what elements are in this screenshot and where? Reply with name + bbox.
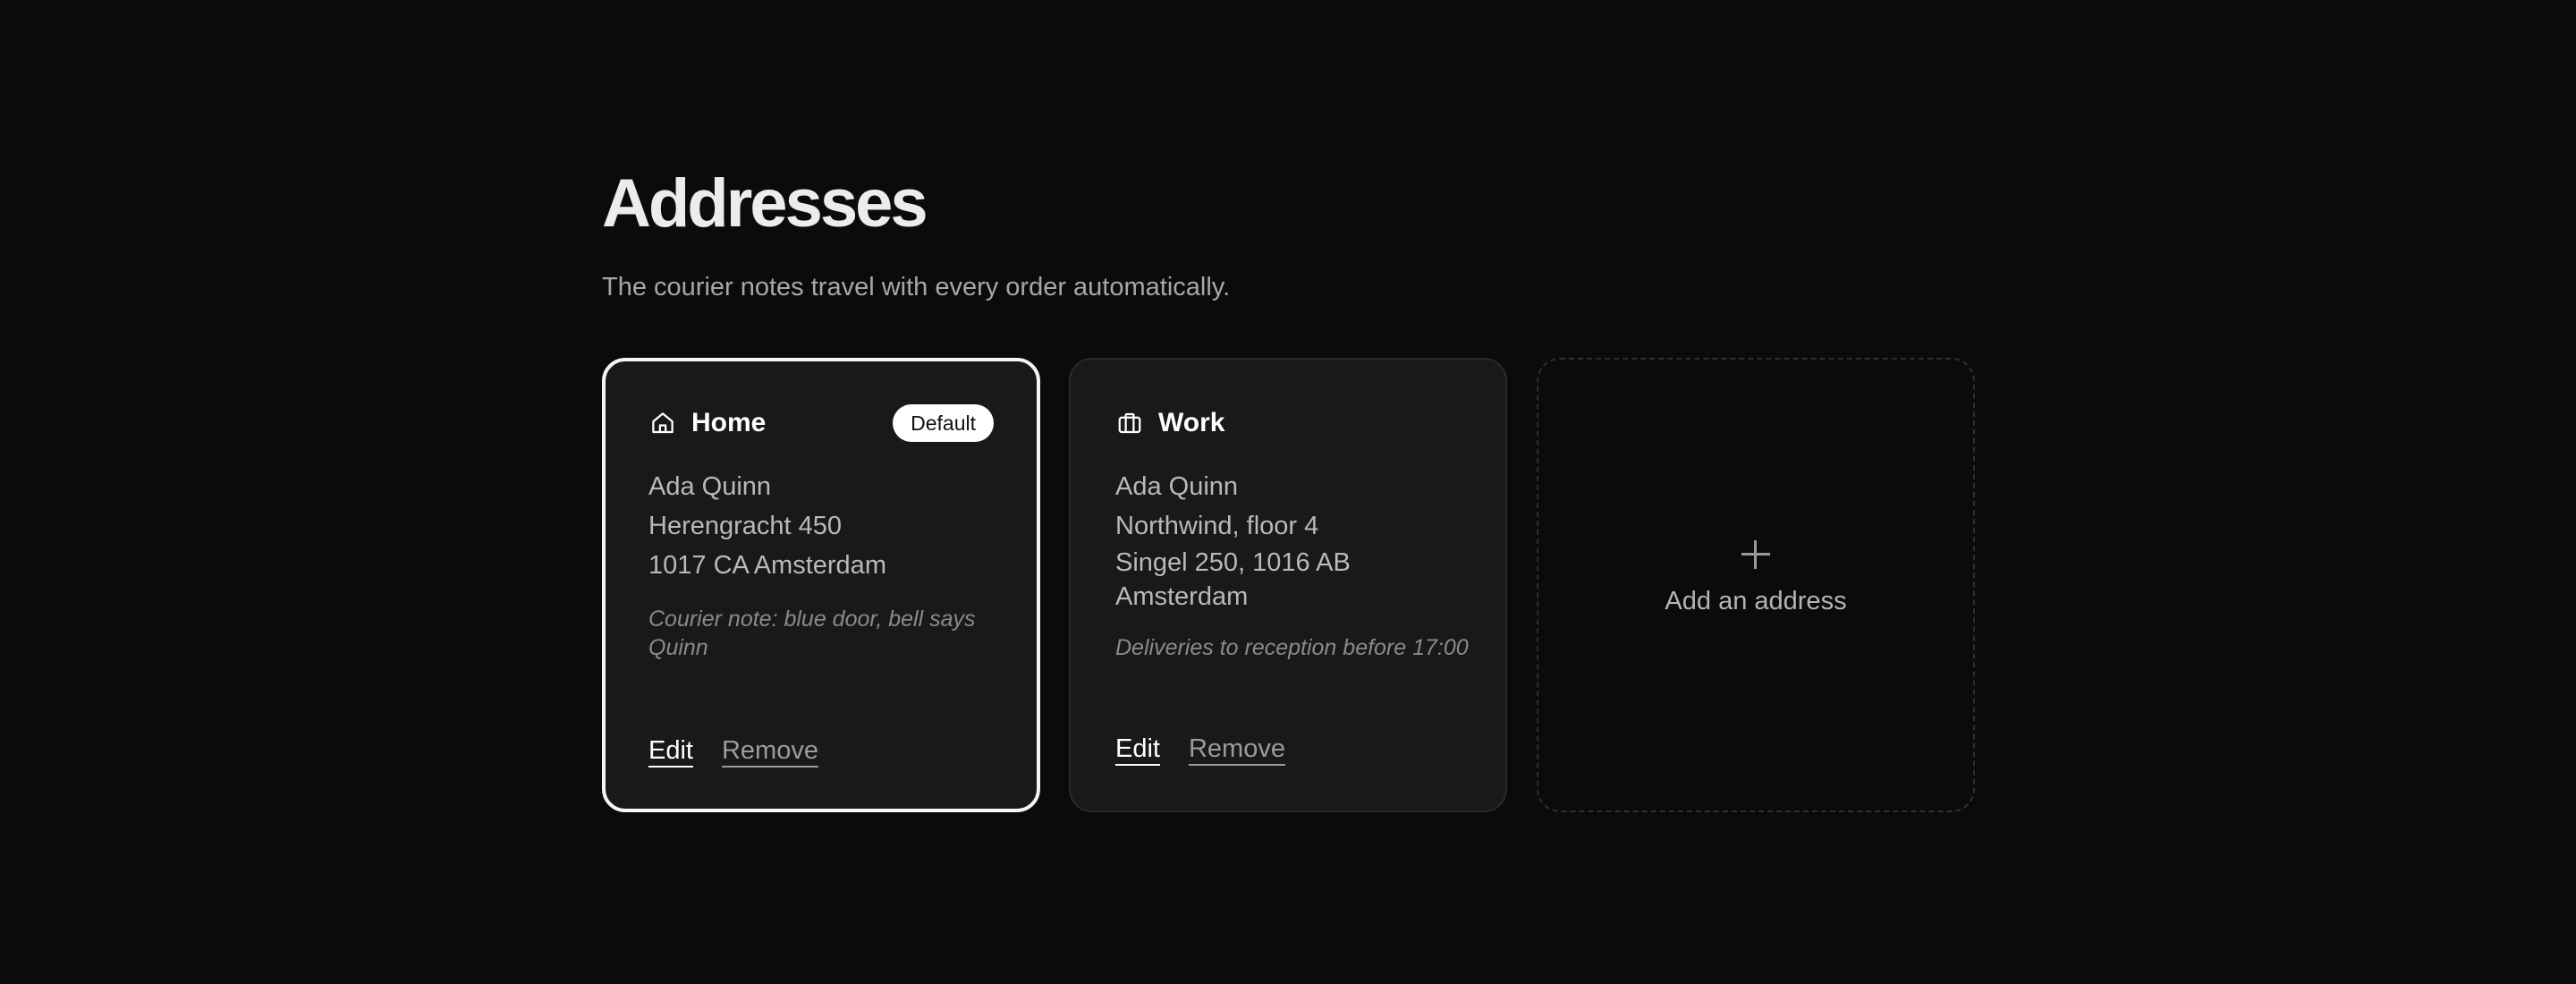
address-name: Ada Quinn	[648, 472, 772, 501]
address-cards: Home Default Ada Quinn Herengracht 450 1…	[602, 358, 1975, 812]
briefcase-icon	[1115, 409, 1144, 437]
add-address-card[interactable]: Add an address	[1537, 358, 1975, 812]
card-header: Home Default	[648, 403, 994, 443]
card-header: Work	[1115, 404, 1461, 442]
page-subtitle: The courier notes travel with every orde…	[602, 273, 1231, 301]
edit-button[interactable]: Edit	[1115, 734, 1160, 768]
address-name: Ada Quinn	[1115, 472, 1239, 501]
card-actions: Edit Remove	[1115, 734, 1285, 768]
address-company: Northwind, floor 4	[1115, 512, 1319, 540]
card-actions: Edit Remove	[648, 736, 818, 769]
plus-icon	[1740, 539, 1772, 571]
address-card-work[interactable]: Work Ada Quinn Northwind, floor 4 Singel…	[1069, 358, 1507, 812]
address-card-home[interactable]: Home Default Ada Quinn Herengracht 450 1…	[602, 358, 1040, 812]
address-block: Ada Quinn Herengracht 450 1017 CA Amster…	[648, 467, 994, 585]
address-street: Herengracht 450	[648, 512, 843, 540]
address-street: Singel 250, 1016 AB Amsterdam	[1115, 548, 1351, 611]
card-title: Home	[691, 408, 767, 437]
addresses-page: Addresses The courier notes travel with …	[602, 165, 1975, 812]
edit-button[interactable]: Edit	[648, 736, 693, 769]
card-title: Work	[1158, 408, 1225, 437]
home-icon	[648, 409, 677, 437]
page-title: Addresses	[602, 165, 928, 242]
courier-note: Courier note: blue door, bell says Quinn	[648, 607, 976, 660]
add-address-label: Add an address	[1665, 587, 1847, 615]
address-city: 1017 CA Amsterdam	[648, 551, 886, 580]
courier-note: Deliveries to reception before 17:00	[1115, 635, 1469, 660]
address-block: Ada Quinn Northwind, floor 4 Singel 250,…	[1115, 467, 1461, 614]
remove-button[interactable]: Remove	[722, 736, 818, 769]
default-badge: Default	[893, 403, 994, 443]
remove-button[interactable]: Remove	[1189, 734, 1285, 768]
add-address-content: Add an address	[1538, 539, 1973, 616]
